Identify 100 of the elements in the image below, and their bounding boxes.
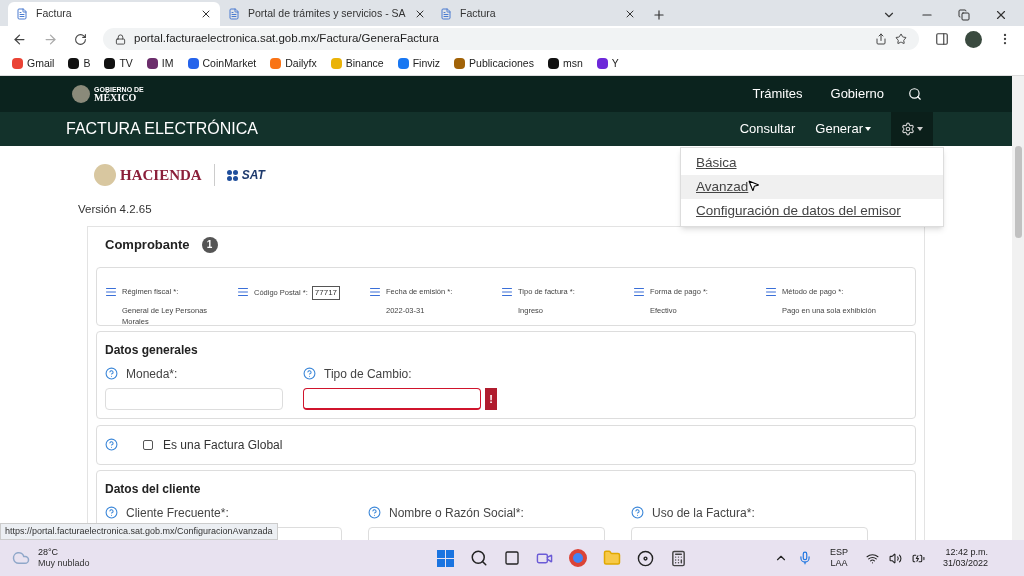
- search-icon[interactable]: [908, 87, 922, 101]
- bookmark-link[interactable]: Y: [596, 55, 619, 72]
- emblem-icon: [72, 85, 90, 103]
- settings-button[interactable]: [891, 112, 933, 146]
- error-mark: !: [485, 387, 497, 410]
- address-bar[interactable]: portal.facturaelectronica.sat.gob.mx/Factura/GeneraFactura: [103, 28, 919, 50]
- temperature-text: 28°C: [38, 546, 60, 558]
- step-badge: 1: [201, 236, 218, 253]
- keyboard-layout-text: LAA: [830, 558, 848, 570]
- site-icon: [270, 58, 282, 69]
- list-icon[interactable]: [237, 285, 249, 298]
- profile-avatar[interactable]: [965, 30, 982, 48]
- new-tab-icon[interactable]: [652, 8, 666, 22]
- field-label: Nombre o Razón Social*:: [389, 504, 524, 522]
- app-title: FACTURA ELECTRÓNICA: [66, 118, 259, 139]
- page-icon: [440, 8, 452, 20]
- help-icon[interactable]: [105, 438, 118, 452]
- list-icon[interactable]: [501, 285, 513, 298]
- list-icon[interactable]: [369, 285, 381, 298]
- gear-icon: [901, 122, 915, 136]
- field-label: Uso de la Factura*:: [652, 504, 755, 522]
- bookmark-link[interactable]: Gmail: [12, 55, 55, 72]
- microphone-icon[interactable]: [797, 551, 812, 565]
- list-icon[interactable]: [105, 285, 117, 298]
- task-view-icon[interactable]: [503, 550, 520, 566]
- browser-icon[interactable]: [568, 549, 587, 567]
- tab-title: Portal de trámites y servicios - SA: [248, 6, 406, 22]
- site-icon: [104, 58, 116, 69]
- help-icon[interactable]: [303, 367, 316, 381]
- url-text: portal.facturaelectronica.sat.gob.mx/Factura/GeneraFactura: [134, 31, 440, 47]
- list-icon[interactable]: [633, 285, 645, 298]
- sat-logo: SAT: [226, 166, 265, 185]
- menu-item[interactable]: Avanzad: [681, 175, 943, 199]
- close-icon[interactable]: [200, 8, 212, 20]
- weather-text: Muy nublado: [38, 558, 90, 570]
- menu-item[interactable]: Básica: [681, 151, 943, 175]
- site-icon: [397, 58, 409, 69]
- site-icon: [68, 58, 80, 69]
- site-icon: [12, 58, 23, 69]
- browser-tab[interactable]: Factura: [432, 2, 644, 26]
- reload-icon[interactable]: [74, 32, 87, 46]
- start-icon[interactable]: [436, 549, 454, 567]
- help-icon[interactable]: [631, 506, 644, 520]
- site-icon: [454, 58, 466, 69]
- volume-icon[interactable]: [888, 551, 902, 565]
- site-icon: [146, 58, 158, 69]
- status-url-tooltip: https://portal.facturaelectronica.sat.gob.mx/ConfiguracionAvanzada: [0, 522, 278, 540]
- menu-item[interactable]: Configuración de datos del emisor: [681, 199, 943, 223]
- nav-link[interactable]: Consultar: [739, 119, 796, 139]
- hacienda-logo: HACIENDA: [94, 164, 202, 187]
- list-icon[interactable]: [765, 285, 777, 298]
- help-icon[interactable]: [105, 367, 118, 381]
- share-icon[interactable]: [875, 33, 887, 45]
- help-icon[interactable]: [368, 506, 381, 520]
- browser-tab[interactable]: Factura: [8, 2, 220, 26]
- back-icon[interactable]: [12, 31, 27, 47]
- wifi-icon[interactable]: [865, 551, 879, 565]
- side-panel-icon[interactable]: [935, 32, 949, 46]
- tab-title: Factura: [36, 6, 73, 22]
- field-label: Cliente Frecuente*:: [126, 504, 229, 522]
- search-icon[interactable]: [469, 549, 488, 567]
- lock-icon: [115, 33, 126, 45]
- field-label: Tipo de Cambio:: [324, 365, 412, 383]
- scrollbar[interactable]: [1012, 76, 1024, 540]
- disc-icon[interactable]: [636, 549, 654, 567]
- bookmark-link[interactable]: msn: [547, 55, 583, 72]
- site-icon: [187, 58, 199, 69]
- section-title: Comprobante: [105, 236, 190, 254]
- bookmark-link[interactable]: Publicaciones: [454, 55, 534, 72]
- bookmark-link[interactable]: Finviz: [397, 55, 441, 72]
- checkbox[interactable]: [143, 439, 153, 450]
- page-icon: [16, 8, 28, 20]
- bookmark-link[interactable]: Dailyfx: [270, 55, 317, 72]
- bookmark-link[interactable]: Binance: [330, 55, 384, 72]
- nav-link[interactable]: Gobierno: [830, 84, 884, 104]
- calculator-icon[interactable]: [669, 549, 687, 567]
- cursor-icon: [747, 179, 760, 192]
- close-icon[interactable]: [994, 8, 1008, 22]
- section-title: Datos generales: [105, 341, 199, 359]
- bookmark-link[interactable]: B: [68, 55, 91, 72]
- postal-code-field[interactable]: 77717: [311, 285, 341, 300]
- bookmark-star-icon[interactable]: [895, 33, 907, 45]
- section-title: Datos del cliente: [105, 480, 202, 498]
- bookmark-link[interactable]: CoinMarket: [187, 55, 257, 72]
- dropdown-menu-link[interactable]: Generar: [815, 119, 871, 139]
- text-field[interactable]: [303, 387, 481, 410]
- checkbox-label: Es una Factura Global: [163, 436, 283, 454]
- clock-time: 12:42 p.m.: [945, 546, 988, 558]
- page-icon: [228, 8, 240, 20]
- clock-date: 31/03/2022: [942, 558, 988, 570]
- bookmark-link[interactable]: TV: [104, 55, 133, 72]
- restore-icon[interactable]: [958, 9, 970, 21]
- close-icon[interactable]: [624, 8, 636, 20]
- browser-tab[interactable]: Portal de trámites y servicios - SA: [220, 2, 432, 26]
- nav-link[interactable]: Trámites: [752, 84, 803, 104]
- site-icon: [330, 58, 342, 69]
- help-icon[interactable]: [105, 506, 118, 520]
- version-text: Versión 4.2.65: [78, 201, 152, 217]
- language-text: ESP: [829, 546, 848, 558]
- bookmark-link[interactable]: IM: [146, 55, 174, 72]
